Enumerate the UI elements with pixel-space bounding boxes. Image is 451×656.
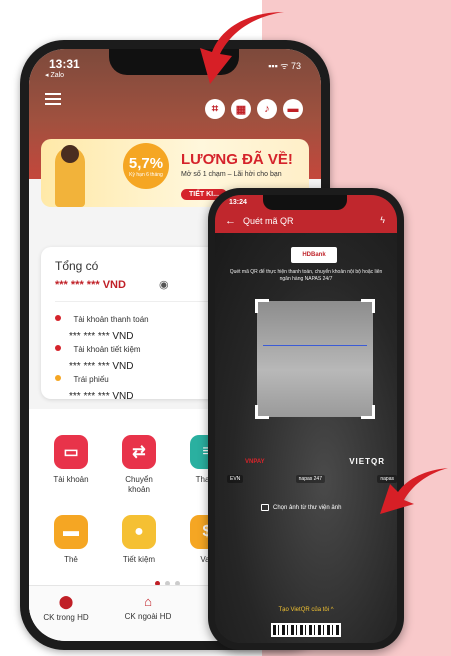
scan-title: Quét mã QR — [243, 216, 294, 226]
vietqr-logo: VIETQR — [349, 457, 385, 466]
chat-icon[interactable]: ▬ — [283, 99, 303, 119]
bank-icon: ⌂ — [144, 594, 152, 609]
partner-logo: EVN — [227, 475, 244, 483]
frame-corner — [361, 299, 375, 313]
service-account[interactable]: ▭ Tài khoản — [41, 435, 101, 485]
transfer-in-icon: ⬤ — [58, 594, 74, 609]
account-item[interactable]: Tài khoản thanh toán *** *** *** VND — [55, 309, 149, 342]
service-label: Tiết kiệm — [122, 555, 156, 564]
scan-instructions: Quét mã QR để thực hiện thanh toán, chuy… — [229, 269, 383, 282]
service-transfer[interactable]: ⇄ Chuyển khoản — [109, 435, 169, 495]
rate-term: Kỳ hạn 6 tháng — [129, 171, 163, 178]
header-actions: ⌗ ▦ ♪ ▬ — [205, 99, 303, 119]
hamburger-menu-icon[interactable] — [45, 93, 61, 105]
tab-ck-trong-hd[interactable]: ⬤ CK trong HD — [31, 594, 101, 622]
banner-subtitle: Mở số 1 chạm – Lãi hời cho bạn — [181, 171, 282, 178]
piggy-bank-icon: ● — [122, 515, 156, 549]
account-label: Tài khoản tiết kiệm — [73, 345, 141, 354]
arrow-to-gallery-button — [380, 468, 448, 514]
eye-icon[interactable]: ◉ — [159, 278, 169, 291]
flash-off-icon[interactable]: ϟ — [380, 215, 385, 225]
tab-ck-ngoai-hd[interactable]: ⌂ CK ngoài HD — [113, 594, 183, 621]
partner-logo: napas 247 — [295, 475, 325, 483]
qr-scan-frame — [255, 299, 375, 419]
frame-corner — [255, 405, 269, 419]
service-label: Thẻ — [64, 555, 78, 564]
qr-code-preview — [271, 623, 341, 637]
frame-corner — [361, 405, 375, 419]
account-label: Tài khoản thanh toán — [73, 315, 149, 324]
scan-line — [263, 345, 367, 346]
rate-value: 5,7% — [128, 154, 164, 172]
pick-from-gallery-button[interactable]: Chọn ảnh từ thư viện ảnh — [261, 504, 341, 511]
account-label: Trái phiếu — [73, 375, 109, 384]
service-label: Tài khoản — [53, 475, 89, 484]
grid-icon[interactable]: ▦ — [231, 99, 251, 119]
rate-badge: 5,7% Kỳ hạn 6 tháng — [123, 143, 169, 189]
tab-label: CK ngoài HD — [124, 612, 172, 621]
account-item[interactable]: Trái phiếu *** *** *** VND — [55, 369, 133, 402]
account-dot-icon — [55, 344, 61, 351]
total-title: Tổng có — [55, 259, 99, 273]
create-vietqr-link[interactable]: Tạo VietQR của tôi ^ — [215, 607, 397, 613]
frame-corner — [255, 299, 269, 313]
status-time: 13:31 — [49, 57, 80, 71]
qr-scan-icon[interactable]: ⌗ — [205, 99, 225, 119]
vnpay-logo: VNPAY — [245, 458, 265, 465]
service-savings[interactable]: ● Tiết kiệm — [109, 515, 169, 565]
status-time: 13:24 — [229, 199, 247, 206]
banner-person-image — [55, 145, 85, 207]
back-to-app-link[interactable]: ◂ Zalo — [45, 71, 64, 79]
pick-from-gallery-label: Chọn ảnh từ thư viện ảnh — [273, 504, 342, 511]
transfer-icon: ⇄ — [122, 435, 156, 469]
banner-headline: LƯƠNG ĐÃ VỀ! — [181, 151, 293, 168]
notification-icon[interactable]: ♪ — [257, 99, 277, 119]
hdbank-logo: HDBank — [291, 247, 337, 263]
partner-logos: EVN napas 247 napas — [227, 475, 397, 483]
payment-brands: VNPAY VIETQR — [245, 457, 385, 466]
service-label: Chuyển khoản — [125, 475, 153, 494]
total-amount: *** *** *** VND — [55, 279, 126, 291]
account-amount: *** *** *** VND — [69, 391, 134, 402]
camera-preview — [215, 233, 397, 643]
phone-notch — [263, 195, 347, 210]
promo-canvas: 13:31 ◂ Zalo ▪▪▪ ᯤ 73 ⌗ ▦ ♪ ▬ 5,7% Kỳ hạ… — [0, 0, 451, 656]
wallet-icon: ▭ — [54, 435, 88, 469]
tab-label: CK trong HD — [43, 613, 89, 622]
phone-qr-scan: 13:24 ← Quét mã QR ϟ HDBank Quét mã QR đ… — [208, 188, 404, 650]
qr-scan-screen: 13:24 ← Quét mã QR ϟ HDBank Quét mã QR đ… — [215, 195, 397, 643]
account-item[interactable]: Tài khoản tiết kiệm *** *** *** VND — [55, 339, 141, 372]
image-icon — [261, 504, 269, 511]
back-arrow-icon[interactable]: ← — [225, 215, 236, 227]
arrow-to-scan-icon — [200, 12, 284, 84]
card-icon: ▬ — [54, 515, 88, 549]
account-dot-icon — [55, 314, 61, 321]
service-card[interactable]: ▬ Thẻ — [41, 515, 101, 565]
account-dot-icon — [55, 374, 61, 381]
